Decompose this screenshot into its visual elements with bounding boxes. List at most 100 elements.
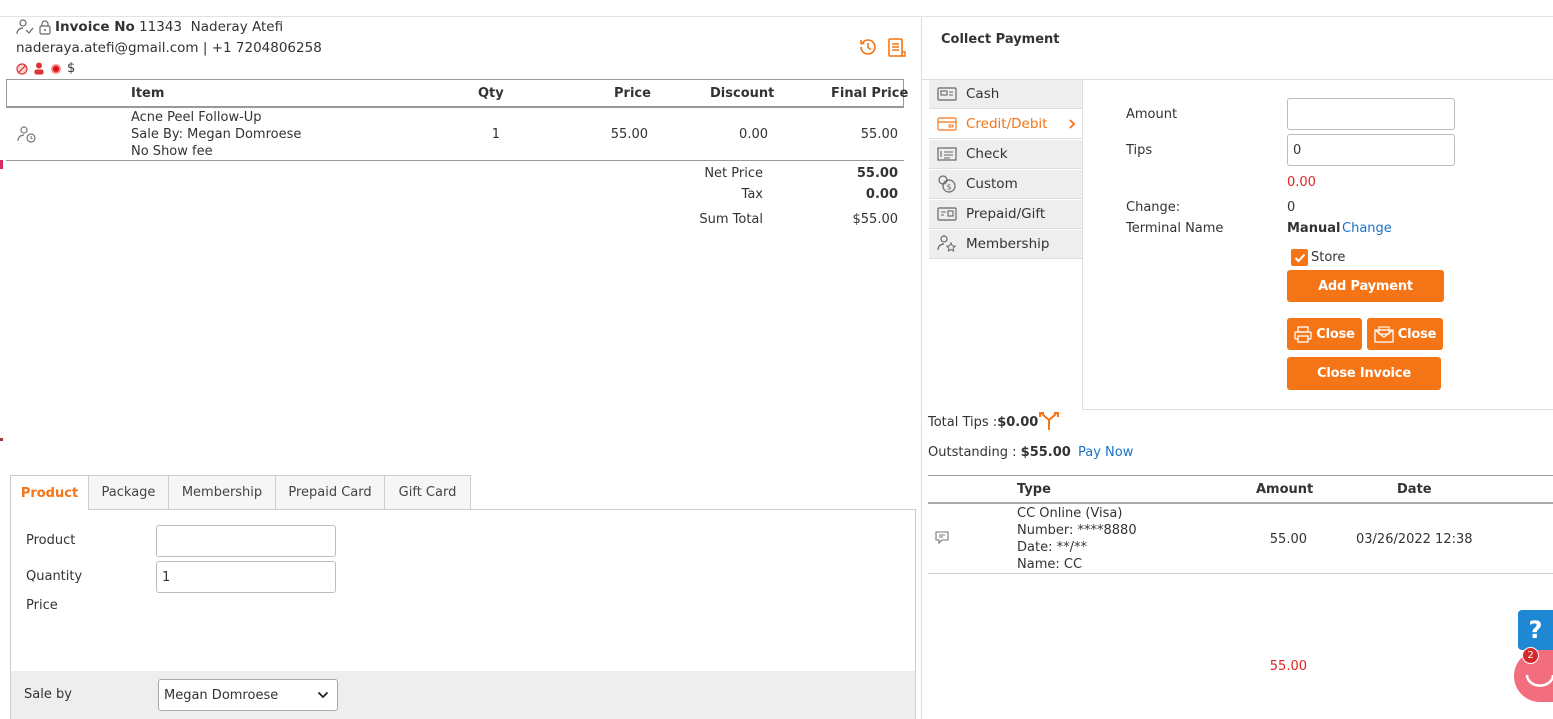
- total-tips-row: Total Tips : $0.00: [928, 415, 1038, 430]
- payment-method-cash[interactable]: Cash: [929, 80, 1082, 109]
- invoice-heading: Invoice No 11343 Naderay Atefi: [55, 19, 283, 35]
- receipt-icon[interactable]: [887, 37, 907, 58]
- history-icon[interactable]: [858, 38, 878, 56]
- add-payment-button[interactable]: Add Payment: [1287, 270, 1444, 302]
- tax-value: 0.00: [865, 187, 898, 202]
- net-price-value: 55.00: [856, 166, 898, 181]
- col-type: Type: [1017, 482, 1051, 497]
- outstanding-value: $55.00: [1020, 445, 1071, 460]
- outstanding-row: Outstanding : $55.00: [928, 445, 1071, 460]
- sale-by-label: Sale by: [24, 687, 72, 702]
- item-final-price: 55.00: [860, 127, 898, 142]
- amount-label: Amount: [1126, 107, 1178, 122]
- client-name[interactable]: Naderay Atefi: [191, 19, 283, 35]
- payment-card-date: Date: **/**: [1017, 540, 1087, 555]
- gift-card-icon: [937, 207, 957, 221]
- sale-by-value: Megan Domroese: [164, 687, 279, 703]
- chevron-right-icon: [1068, 118, 1076, 130]
- payment-method-prepaid-gift[interactable]: Prepaid/Gift: [929, 200, 1082, 229]
- chat-badge: 2: [1522, 647, 1539, 664]
- close-print-button[interactable]: Close: [1287, 318, 1362, 350]
- close-email-button[interactable]: Close: [1367, 318, 1443, 350]
- tab-prepaid-card[interactable]: Prepaid Card: [275, 475, 385, 509]
- product-input[interactable]: [156, 525, 336, 557]
- amount-input[interactable]: [1287, 98, 1455, 130]
- alert-icon[interactable]: [50, 63, 62, 75]
- payment-method-label: Membership: [966, 236, 1050, 252]
- no-show-icon[interactable]: [16, 62, 28, 75]
- chat-launcher[interactable]: 2: [1514, 647, 1553, 702]
- lock-icon[interactable]: [38, 19, 52, 35]
- payment-method-label: Custom: [966, 176, 1018, 192]
- product-label: Product: [26, 533, 76, 548]
- col-qty: Qty: [478, 86, 504, 101]
- client-icon[interactable]: [16, 19, 34, 35]
- membership-icon: [937, 235, 957, 253]
- invoice-number: 11343: [139, 19, 183, 35]
- change-label: Change:: [1126, 200, 1181, 215]
- edge-marker: [0, 438, 3, 441]
- sale-by-select[interactable]: Megan Domroese: [158, 679, 338, 711]
- sum-total-label: Sum Total: [699, 212, 763, 227]
- tab-package[interactable]: Package: [88, 475, 169, 509]
- close-invoice-label: Close Invoice: [1317, 366, 1411, 381]
- col-discount: Discount: [710, 86, 775, 101]
- tab-membership[interactable]: Membership: [168, 475, 276, 509]
- tab-gift-card[interactable]: Gift Card: [384, 475, 471, 509]
- table-row[interactable]: CC Online (Visa) Number: ****8880 Date: …: [928, 505, 1553, 574]
- payment-comment-icon[interactable]: [935, 531, 951, 545]
- tax-label: Tax: [741, 187, 763, 202]
- total-tips-label: Total Tips :: [928, 415, 998, 430]
- payment-date: 03/26/2022 12:38: [1356, 532, 1473, 547]
- sale-by-row: [11, 671, 915, 719]
- payment-method-membership[interactable]: Membership: [929, 230, 1082, 259]
- close-invoice-button[interactable]: Close Invoice: [1287, 357, 1441, 390]
- col-final-price: Final Price: [831, 86, 909, 101]
- help-button[interactable]: ?: [1518, 610, 1553, 650]
- item-note: No Show fee: [131, 144, 213, 159]
- split-tips-icon[interactable]: [1038, 411, 1060, 431]
- payment-amount-display: 0.00: [1287, 175, 1316, 190]
- net-price-label: Net Price: [704, 166, 763, 181]
- table-row[interactable]: Acne Peel Follow-Up Sale By: Megan Domro…: [6, 109, 904, 161]
- payment-method-label: Credit/Debit: [966, 116, 1048, 132]
- item-discount: 0.00: [739, 127, 768, 142]
- outstanding-label: Outstanding :: [928, 445, 1017, 460]
- credit-card-icon: [937, 117, 957, 131]
- tips-input[interactable]: [1287, 134, 1455, 166]
- payment-card-name: Name: CC: [1017, 557, 1083, 572]
- quantity-input[interactable]: [156, 561, 336, 593]
- cash-register-icon: [937, 86, 957, 102]
- checkmark-icon: [1294, 253, 1306, 263]
- printer-icon: [1294, 325, 1312, 343]
- check-icon: [937, 146, 957, 162]
- item-name: Acne Peel Follow-Up: [131, 110, 262, 125]
- col-date: Date: [1397, 482, 1432, 497]
- store-checkbox[interactable]: [1291, 249, 1308, 266]
- item-qty: 1: [491, 127, 500, 142]
- tips-label: Tips: [1126, 143, 1153, 158]
- terminal-label: Terminal Name: [1126, 221, 1224, 236]
- staff-icon[interactable]: [33, 62, 45, 75]
- quantity-label: Quantity: [26, 569, 83, 584]
- payment-method-check[interactable]: Check: [929, 140, 1082, 169]
- invoice-label: Invoice No: [55, 19, 135, 35]
- help-label: ?: [1528, 616, 1543, 644]
- service-staff-icon[interactable]: [17, 126, 37, 144]
- tab-product[interactable]: Product: [10, 475, 89, 510]
- col-amount: Amount: [1256, 482, 1314, 497]
- total-tips-value: $0.00: [997, 415, 1039, 430]
- edge-marker: [0, 160, 3, 169]
- payment-method-custom[interactable]: $ Custom: [929, 170, 1082, 199]
- payment-type: CC Online (Visa): [1017, 506, 1123, 521]
- payment-method-label: Cash: [966, 86, 1000, 102]
- collect-payment-title: Collect Payment: [941, 32, 1060, 47]
- svg-text:$: $: [946, 183, 951, 192]
- client-contact: naderaya.atefi@gmail.com | +1 7204806258: [16, 40, 322, 56]
- col-price: Price: [614, 86, 651, 101]
- pay-now-link[interactable]: Pay Now: [1078, 445, 1133, 460]
- payment-method-credit-debit[interactable]: Credit/Debit: [929, 110, 1082, 139]
- payments-total: 55.00: [1269, 659, 1307, 674]
- terminal-change-link[interactable]: Change: [1342, 221, 1392, 236]
- close-print-label: Close: [1316, 326, 1355, 342]
